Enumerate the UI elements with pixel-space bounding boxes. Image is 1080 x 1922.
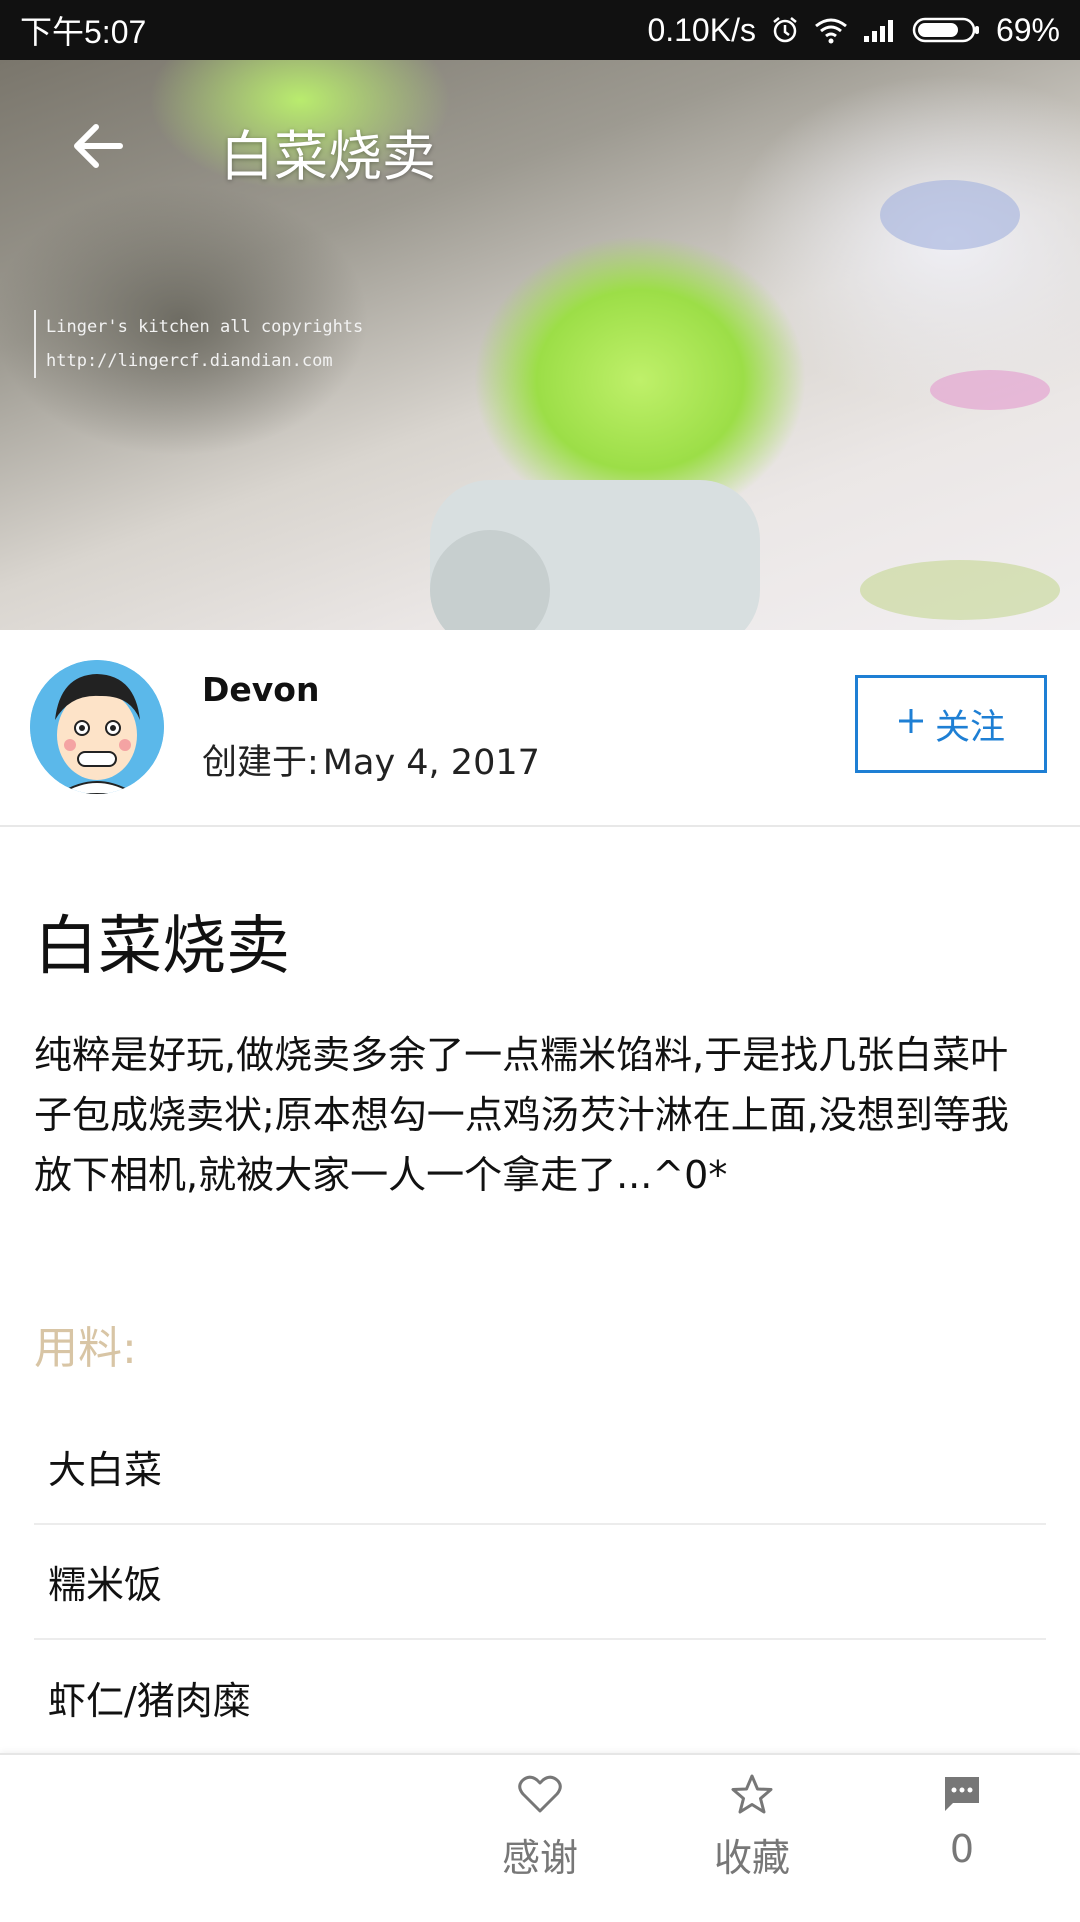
heart-icon [517,1773,563,1819]
watermark: Linger's kitchen all copyrights http://l… [34,310,363,378]
ingredient-item: 糯米饭 [34,1525,1046,1640]
avatar[interactable] [30,660,164,794]
comment-button[interactable]: 0 [892,1773,1032,1871]
ingredients-heading: 用料: [34,1323,137,1374]
author-section: Devon 创建于: May 4, 2017 关注 [0,630,1080,827]
comment-icon [941,1773,983,1819]
created-date: 创建于: May 4, 2017 [202,734,544,785]
author-name[interactable]: Devon [202,670,319,709]
toolbar-title: 白菜烧卖 [220,125,436,188]
plus-icon [897,704,925,744]
star-icon [730,1773,774,1819]
battery-icon [912,15,982,45]
follow-button[interactable]: 关注 [855,675,1047,773]
follow-label: 关注 [934,707,1005,748]
ingredient-item: 虾仁/猪肉糜 [48,1679,251,1723]
bottom-action-bar: 感谢 收藏 0 [0,1753,1080,1922]
thanks-button[interactable]: 感谢 [470,1773,610,1882]
comment-count: 0 [949,1827,975,1871]
battery-level: 69% [995,11,1060,48]
ingredient-list: 大白菜 糯米饭 虾仁/猪肉糜 [34,1410,1046,1755]
collect-button[interactable]: 收藏 [682,1773,822,1882]
thanks-label: 感谢 [501,1836,578,1880]
signal-icon [862,16,898,44]
collect-label: 收藏 [713,1836,790,1880]
status-bar: 下午5:07 0.10K/s 69% [0,0,1080,60]
ingredient-item: 大白菜 [34,1410,1046,1525]
network-speed: 0.10K/s [647,11,756,48]
recipe-description: 纯粹是好玩,做烧卖多余了一点糯米馅料,于是找几张白菜叶子包成烧卖状;原本想勾一点… [34,1033,1009,1197]
flower-decoration [930,370,1050,410]
leaf-decoration [860,560,1060,620]
butterfly-decoration [880,180,1020,250]
recipe-cover-image: Linger's kitchen all copyrights http://l… [0,60,1080,630]
recipe-title: 白菜烧卖 [34,910,290,984]
back-arrow-icon[interactable] [68,116,128,176]
created-date-value: May 4, 2017 [322,743,540,783]
wifi-icon [814,16,848,44]
status-time: 下午5:07 [20,14,147,50]
alarm-icon [770,15,800,45]
created-label: 创建于: [202,743,319,783]
